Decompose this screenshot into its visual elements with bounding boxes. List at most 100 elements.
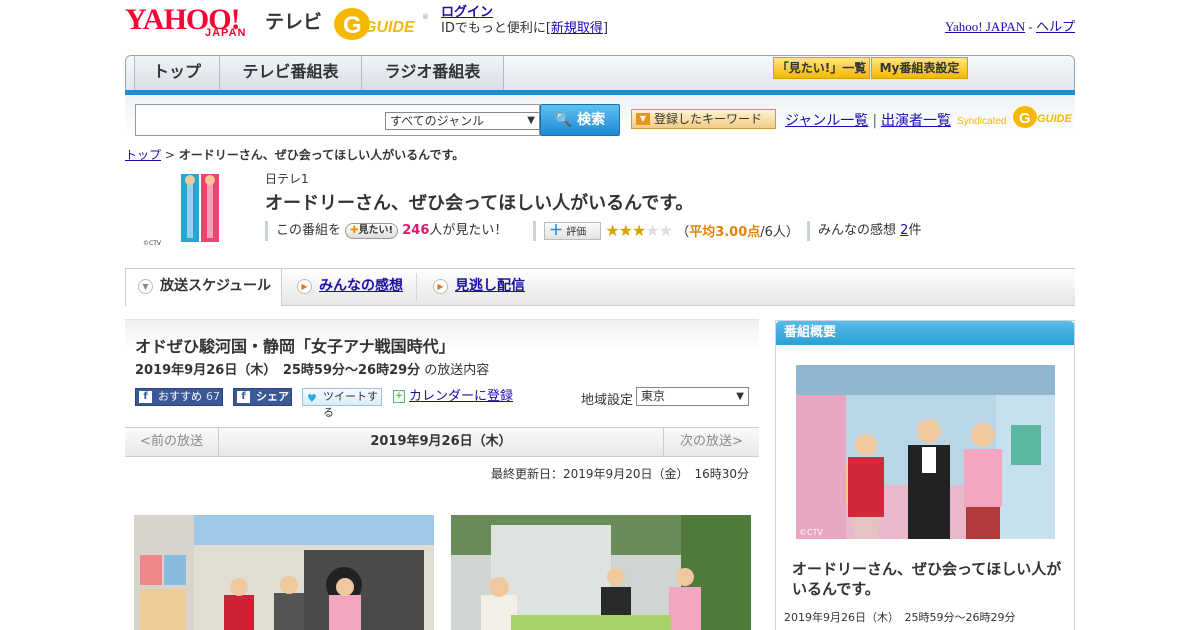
search-button-label: 検索 xyxy=(577,112,606,128)
summary-photo[interactable]: ©CTV xyxy=(796,365,1055,539)
performer-list-link[interactable]: 出演者一覧 xyxy=(881,113,951,129)
want-list-button[interactable]: 「見たい!」一覧 xyxy=(773,57,870,79)
keyword-button[interactable]: ▼ 登録したキーワード xyxy=(631,109,776,129)
tab-schedule-label: 放送スケジュール xyxy=(160,278,272,294)
episode-date-suffix: の放送内容 xyxy=(424,363,490,378)
content-tabs: ▼ 放送スケジュール ▶ みんなの感想 ▶ 見逃し配信 xyxy=(125,268,1075,306)
gguide-logo: G GUIDE ® xyxy=(332,5,432,43)
twitter-bird-icon: ♥ xyxy=(307,392,317,405)
photo-credit: ©CTV xyxy=(799,528,823,537)
fb-share-label: シェア xyxy=(256,390,289,403)
register-link[interactable]: 新規取得 xyxy=(551,21,603,36)
header-sep: - xyxy=(1025,19,1036,34)
summary-date: 2019年9月26日（木） 25時59分～26時29分 xyxy=(784,611,1016,624)
syndicated-text: Syndicated xyxy=(957,116,1006,127)
tab-divider xyxy=(416,273,417,301)
program-title: オードリーさん、ぜひ会ってほしい人がいるんです。 xyxy=(265,193,694,214)
link-divider: | xyxy=(872,113,878,129)
svg-text:GUIDE: GUIDE xyxy=(1037,113,1073,125)
fb-recommend-label: おすすめ xyxy=(158,390,202,403)
star-filled-icon: ★ xyxy=(632,221,646,240)
program-meta: この番組を ✚見たい! 246人が見たい！ ＋ 評価 ★★★★★ （平均3.00… xyxy=(265,221,1065,241)
episode-date: 2019年9月26日（木） 25時59分～26時29分 の放送内容 xyxy=(135,359,489,378)
chevron-down-icon: ▼ xyxy=(736,391,744,402)
summary-heading: 番組概要 xyxy=(776,321,1074,345)
reviews-label: みんなの感想 xyxy=(818,223,897,238)
svg-text:GUIDE: GUIDE xyxy=(364,19,416,36)
nav-tab-radio[interactable]: ラジオ番組表 xyxy=(362,56,504,92)
svg-text:®: ® xyxy=(422,13,429,21)
episode-title: オドぜひ駿河国・静岡「女子アナ戦国時代」 xyxy=(135,337,455,356)
mitai-button[interactable]: ✚見たい! xyxy=(345,223,399,239)
plus-icon: ＋ xyxy=(549,223,563,239)
this-program-label: この番組を xyxy=(276,223,342,238)
star-empty-icon: ★ xyxy=(645,221,659,240)
fb-count: 67 xyxy=(206,390,220,403)
episode-box: オドぜひ駿河国・静岡「女子アナ戦国時代」 2019年9月26日（木） 25時59… xyxy=(125,319,759,419)
tweet-button[interactable]: ♥ ツイートする xyxy=(302,388,382,419)
service-name: テレビ xyxy=(265,11,323,33)
breadcrumb-arrow: > xyxy=(161,148,179,162)
tweet-label: ツイートする xyxy=(323,390,378,419)
svg-text:G: G xyxy=(343,12,362,39)
want-suffix: 人が見たい！ xyxy=(429,223,508,238)
want-count: 246 xyxy=(402,223,430,238)
current-broadcast-date: 2019年9月26日（木） xyxy=(370,434,512,449)
my-schedule-button[interactable]: My番組表設定 xyxy=(871,57,968,79)
triangle-down-icon: ▼ xyxy=(636,113,650,125)
help-link[interactable]: ヘルプ xyxy=(1036,19,1075,34)
logo-sub: JAPAN xyxy=(205,27,247,39)
search-input[interactable]: すべてのジャンル ▼ xyxy=(135,104,540,136)
reviews-suffix: 件 xyxy=(908,223,922,238)
header-links: Yahoo! JAPAN - ヘルプ xyxy=(945,16,1075,35)
genre-list-link[interactable]: ジャンル一覧 xyxy=(785,113,868,129)
tab-streaming[interactable]: ▶ 見逃し配信 xyxy=(421,269,541,306)
episode-photo[interactable] xyxy=(451,515,751,630)
episode-photo[interactable] xyxy=(134,515,434,630)
yahoo-japan-logo[interactable]: YAHOO! JAPAN xyxy=(125,5,265,43)
search-links: ジャンル一覧 | 出演者一覧 xyxy=(785,110,951,130)
region-select[interactable]: 東京 ▼ xyxy=(636,387,749,406)
facebook-icon: f xyxy=(237,391,250,403)
keyword-button-label: 登録したキーワード xyxy=(654,112,763,126)
breadcrumb-top-link[interactable]: トップ xyxy=(125,148,161,162)
login-note-suffix: ] xyxy=(602,21,609,36)
facebook-recommend-button[interactable]: f おすすめ 67 xyxy=(135,388,223,406)
svg-text:G: G xyxy=(1019,110,1031,127)
mitai-button-label: 見たい! xyxy=(358,225,394,236)
facebook-share-button[interactable]: f シェア xyxy=(233,388,292,406)
genre-select-value: すべてのジャンル xyxy=(390,114,485,128)
tab-streaming-label: 見逃し配信 xyxy=(455,278,525,294)
play-arrow-icon: ▶ xyxy=(433,279,448,294)
star-rating: ★★★★★ xyxy=(605,221,673,240)
region-select-value: 東京 xyxy=(641,389,666,403)
next-broadcast-link[interactable]: 次の放送> xyxy=(663,428,759,456)
chevron-down-icon: ▼ xyxy=(527,115,535,126)
login-note-prefix: IDでもっと便利に[ xyxy=(441,21,551,36)
nav-tab-top[interactable]: トップ xyxy=(134,56,220,92)
genre-select[interactable]: すべてのジャンル ▼ xyxy=(385,112,540,130)
nav-tab-tv[interactable]: テレビ番組表 xyxy=(220,56,362,92)
search-button[interactable]: 🔍 検索 xyxy=(540,104,620,136)
rating-button[interactable]: ＋ 評価 xyxy=(544,222,602,240)
calendar-link-label: カレンダーに登録 xyxy=(409,389,514,404)
program-thumbnail[interactable]: ©CTV xyxy=(143,170,233,248)
star-filled-icon: ★ xyxy=(605,221,619,240)
prev-broadcast-link[interactable]: <前の放送 xyxy=(125,428,219,456)
breadcrumb: トップ > オードリーさん、ぜひ会ってほしい人がいるんです。 xyxy=(125,146,464,163)
rating-button-label: 評価 xyxy=(566,227,587,238)
plus-icon: ✚ xyxy=(350,225,359,236)
play-arrow-icon: ▶ xyxy=(297,279,312,294)
calendar-link[interactable]: + カレンダーに登録 xyxy=(393,388,513,406)
login-link[interactable]: ログイン xyxy=(441,5,493,20)
search-icon: 🔍 xyxy=(554,112,573,128)
tab-schedule[interactable]: ▼ 放送スケジュール xyxy=(125,269,282,306)
program-summary-panel: 番組概要 ©CTV オードリーさん、ぜひ会ってほしい人がいるんです。 2019年… xyxy=(775,320,1075,630)
global-nav: トップ テレビ番組表 ラジオ番組表 「見たい!」一覧 My番組表設定 xyxy=(125,55,1075,93)
yahoo-japan-link[interactable]: Yahoo! JAPAN xyxy=(945,19,1025,34)
tab-reviews-label: みんなの感想 xyxy=(319,278,403,294)
last-updated: 最終更新日：2019年9月20日（金） 16時30分 xyxy=(491,467,749,481)
tab-reviews[interactable]: ▶ みんなの感想 xyxy=(285,269,415,306)
episode-nav: <前の放送 2019年9月26日（木） 次の放送> xyxy=(125,427,759,457)
breadcrumb-current: オードリーさん、ぜひ会ってほしい人がいるんです。 xyxy=(178,148,465,162)
